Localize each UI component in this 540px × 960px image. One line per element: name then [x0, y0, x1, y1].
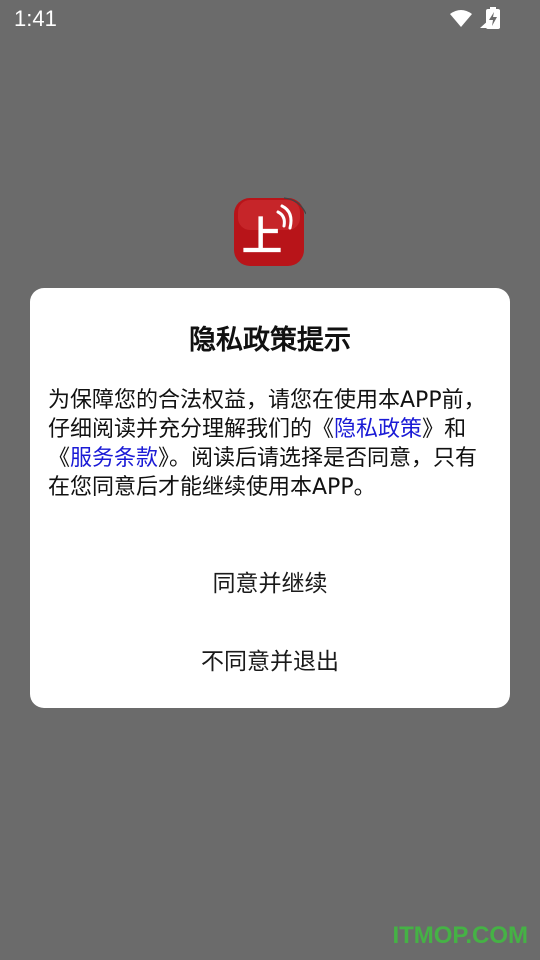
quote-close-2: 》: [158, 446, 170, 471]
terms-of-service-link[interactable]: 服务条款: [70, 446, 158, 471]
watermark: ITMOP.COM: [392, 922, 528, 949]
privacy-policy-link[interactable]: 隐私政策: [334, 417, 422, 442]
status-bar: 1:41: [0, 0, 540, 40]
agree-continue-button[interactable]: 同意并继续: [30, 564, 510, 598]
app-logo-char: 上: [242, 214, 282, 260]
quote-close-1: 》: [422, 417, 445, 442]
dialog-body: 为保障您的合法权益，请您在使用本APP前，仔细阅读并充分理解我们的《隐私政策》和…: [48, 386, 496, 502]
app-logo: 上: [234, 197, 306, 266]
battery-charging-icon: [486, 7, 500, 29]
dialog-title: 隐私政策提示: [189, 325, 351, 356]
privacy-dialog: 隐私政策提示 为保障您的合法权益，请您在使用本APP前，仔细阅读并充分理解我们的…: [30, 288, 510, 708]
status-time: 1:41: [14, 6, 57, 31]
quote-open-2: 《: [48, 446, 71, 471]
quote-open-1: 《: [312, 417, 335, 442]
and-text: 和: [444, 417, 467, 442]
disagree-exit-button[interactable]: 不同意并退出: [30, 642, 510, 676]
wifi-icon: [450, 10, 472, 27]
